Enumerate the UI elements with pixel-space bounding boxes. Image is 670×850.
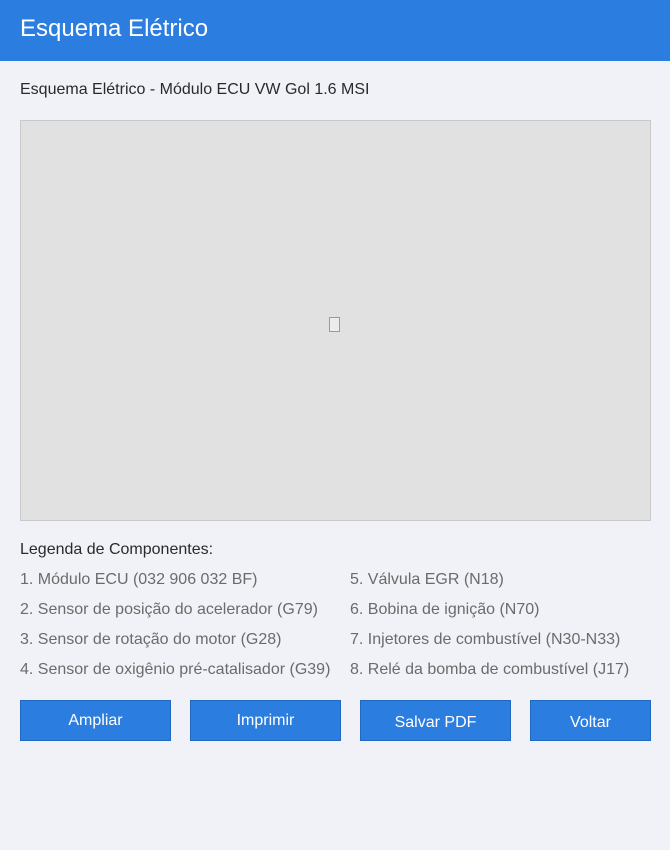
legend-title: Legenda de Componentes: bbox=[20, 541, 214, 558]
legend-item: 5. Válvula EGR (N18) bbox=[350, 571, 504, 588]
legend-item: 4. Sensor de oxigênio pré-catalisador (G… bbox=[20, 661, 331, 678]
legend-item: 6. Bobina de ignição (N70) bbox=[350, 601, 540, 618]
wiring-diagram-image[interactable] bbox=[20, 120, 651, 521]
page-subtitle: Esquema Elétrico - Módulo ECU VW Gol 1.6… bbox=[20, 81, 370, 98]
legend-item: 3. Sensor de rotação do motor (G28) bbox=[20, 631, 282, 648]
app-header: Esquema Elétrico bbox=[0, 0, 670, 61]
legend-item: 1. Módulo ECU (032 906 032 BF) bbox=[20, 571, 258, 588]
back-button[interactable]: Voltar bbox=[530, 700, 651, 741]
zoom-button[interactable]: Ampliar bbox=[20, 700, 171, 741]
broken-image-icon bbox=[329, 317, 340, 332]
save-pdf-button[interactable]: Salvar PDF bbox=[360, 700, 511, 741]
legend-item: 8. Relé da bomba de combustível (J17) bbox=[350, 661, 630, 678]
legend-item: 7. Injetores de combustível (N30-N33) bbox=[350, 631, 621, 648]
print-button[interactable]: Imprimir bbox=[190, 700, 341, 741]
legend-item: 2. Sensor de posição do acelerador (G79) bbox=[20, 601, 318, 618]
app-title: Esquema Elétrico bbox=[20, 15, 209, 42]
